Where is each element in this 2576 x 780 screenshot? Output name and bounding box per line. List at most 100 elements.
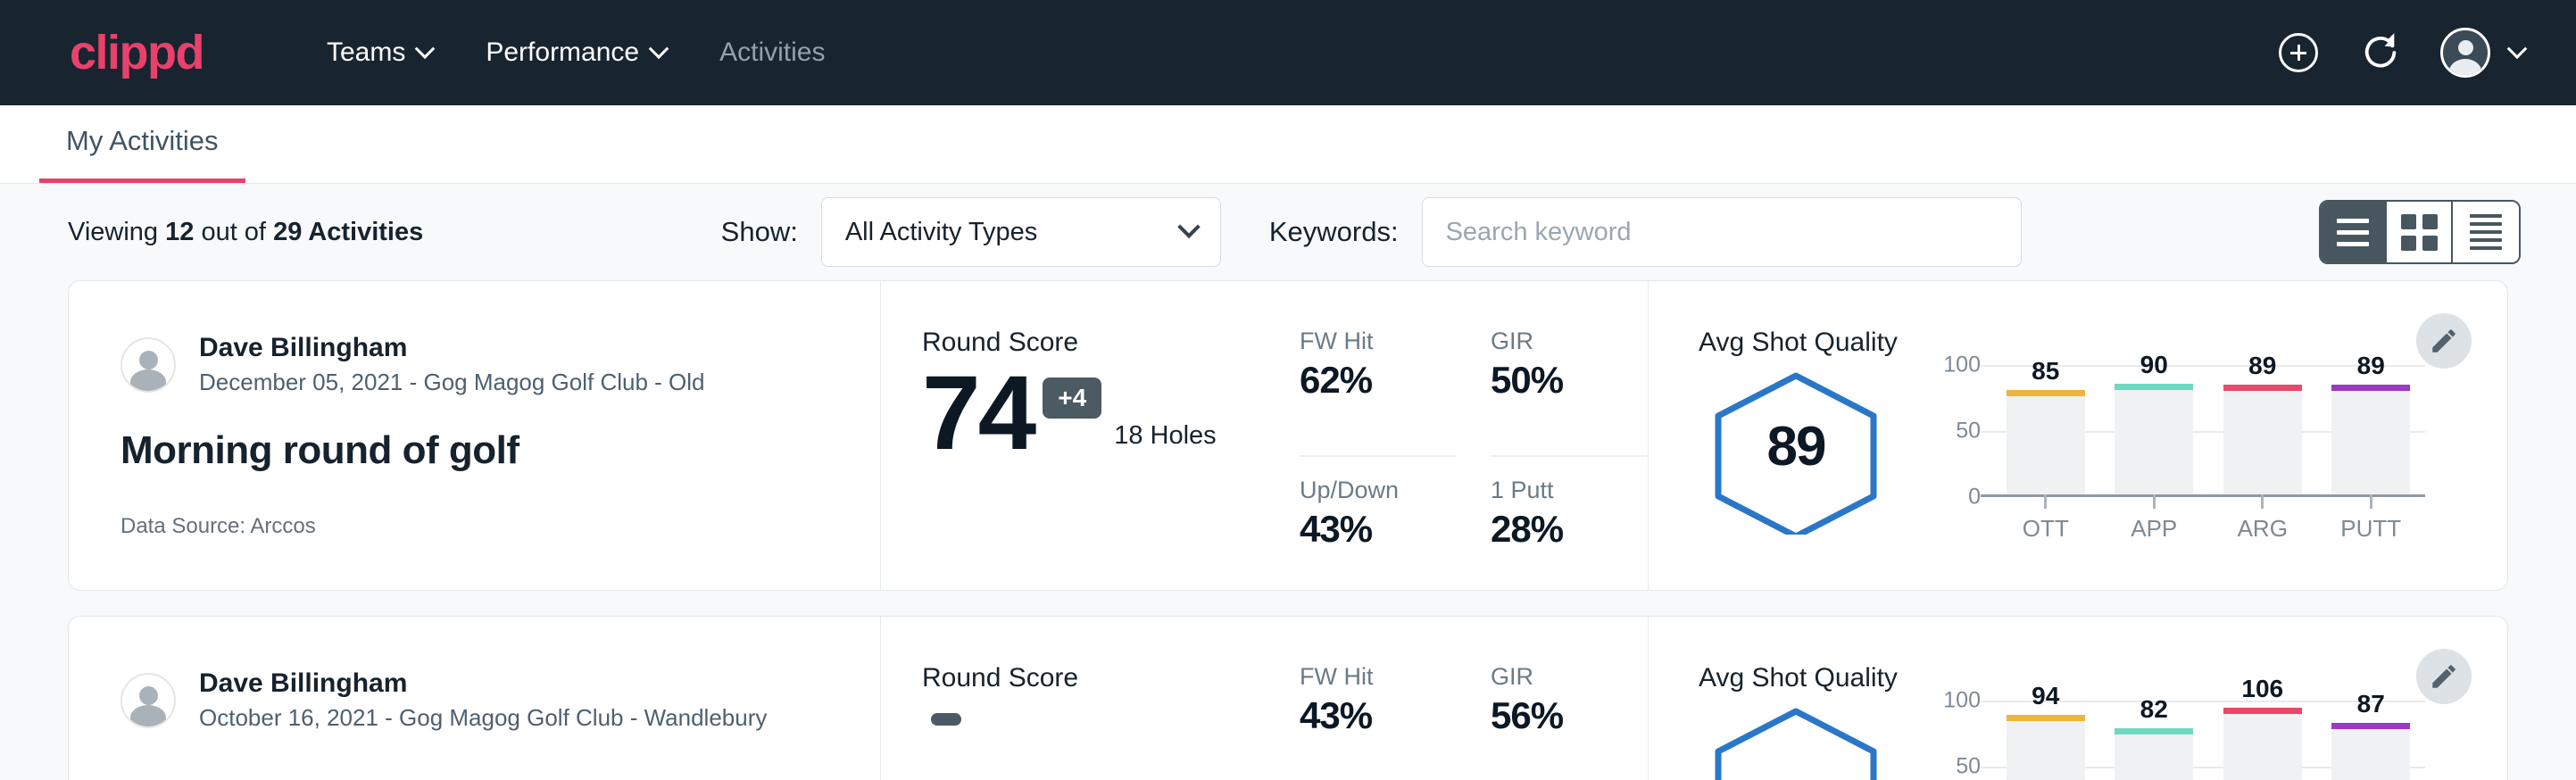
plus-circle-icon [2279, 33, 2318, 72]
activity-card[interactable]: Dave Billingham October 16, 2021 - Gog M… [68, 616, 2508, 780]
kpi-gir-value: 56% [1491, 694, 1648, 737]
kpi-fw-hit-label: FW Hit [1300, 663, 1457, 691]
chart-x-labels: OTTAPPARGPUTT [1991, 515, 2425, 543]
bar-body [2007, 396, 2085, 495]
nav-item-teams-label: Teams [327, 37, 405, 68]
activity-scores: Round Score 74 +4 18 Holes FW Hit 62% GI… [881, 281, 1649, 590]
kpi-grid: FW Hit 43% GIR 56% Up/Down 1 Putt [1300, 663, 1648, 780]
tab-my-activities[interactable]: My Activities [39, 125, 245, 183]
kpi-one-putt-value: 28% [1491, 508, 1648, 551]
bar-value-label: 106 [2223, 675, 2302, 703]
bar-value-label: 87 [2331, 690, 2410, 718]
viewing-count-text: Viewing 12 out of 29 Activities [68, 218, 423, 247]
nav-item-activities[interactable]: Activities [693, 37, 852, 68]
viewing-middle: out of [201, 218, 266, 246]
filter-bar: Viewing 12 out of 29 Activities Show: Al… [0, 184, 2576, 280]
kpi-fw-hit-value: 43% [1300, 694, 1457, 737]
kpi-fw-hit: FW Hit 62% [1300, 328, 1457, 457]
x-axis-tick-mark [2261, 494, 2264, 509]
viewing-prefix: Viewing [68, 218, 158, 246]
shot-quality-hexagon [1699, 701, 1893, 780]
chart-bar: 94 [2007, 701, 2085, 780]
kpi-fw-hit-value: 62% [1300, 359, 1457, 402]
x-axis-tick-mark [2044, 494, 2047, 509]
round-score-value: 74 [922, 363, 1034, 463]
grid-view-button[interactable] [2387, 202, 2453, 262]
pencil-icon [2429, 661, 2459, 692]
bar-cap [2007, 715, 2085, 721]
chart-bar: 90 [2115, 365, 2193, 494]
activity-scores: Round Score FW Hit 43% GIR 56% [881, 617, 1649, 780]
activity-shot-quality: Avg Shot Quality 89 05010085908989OTTAPP… [1649, 281, 2507, 590]
round-score-block: Round Score [922, 663, 1291, 780]
activity-type-select[interactable]: All Activity Types [821, 197, 1221, 267]
edit-activity-button[interactable] [2416, 313, 2472, 369]
holes-played: 18 Holes [1114, 421, 1216, 451]
bar-cap [2115, 384, 2193, 390]
nav-item-activities-label: Activities [719, 37, 825, 68]
bar-cap [2007, 390, 2085, 396]
chart-plot-area: 85908989 [1991, 365, 2425, 497]
main-content: Viewing 12 out of 29 Activities Show: Al… [0, 184, 2576, 780]
tab-my-activities-label: My Activities [66, 125, 219, 156]
pencil-icon [2429, 326, 2459, 356]
show-label: Show: [721, 216, 798, 248]
viewing-total: 29 Activities [273, 218, 423, 246]
activity-list: Dave Billingham December 05, 2021 - Gog … [0, 280, 2576, 780]
chevron-down-icon [1177, 216, 1200, 238]
y-axis-tick: 50 [1956, 419, 1981, 444]
round-score-label: Round Score [922, 328, 1291, 358]
bar-cap [2331, 385, 2410, 391]
bar-body [2331, 391, 2410, 494]
chevron-down-icon [415, 38, 436, 59]
edit-activity-button[interactable] [2416, 649, 2472, 704]
chevron-down-icon [2507, 38, 2528, 59]
activity-summary: Dave Billingham October 16, 2021 - Gog M… [69, 617, 881, 780]
kpi-fw-hit-label: FW Hit [1300, 328, 1457, 355]
x-axis-label: OTT [2007, 515, 2085, 543]
bar-cap [2331, 723, 2410, 729]
kpi-fw-hit: FW Hit 43% [1300, 663, 1457, 780]
top-navigation-bar: clippd Teams Performance Activities [0, 0, 2576, 105]
nav-actions [2276, 28, 2524, 78]
chart-bar: 89 [2331, 365, 2410, 494]
chevron-down-icon [649, 38, 669, 59]
compact-list-view-button[interactable] [2453, 202, 2519, 262]
nav-item-performance-label: Performance [486, 37, 639, 68]
bar-value-label: 94 [2007, 682, 2085, 710]
shot-quality-chart: 050100948210687OTTAPPARGPUTT [1925, 701, 2425, 780]
activity-title: Morning round of golf [120, 428, 880, 473]
kpi-gir: GIR 56% [1491, 663, 1648, 780]
x-axis-label: APP [2115, 515, 2193, 543]
bar-cap [2223, 708, 2302, 714]
activity-card[interactable]: Dave Billingham December 05, 2021 - Gog … [68, 280, 2508, 591]
account-menu[interactable] [2440, 28, 2524, 78]
bar-body [2115, 390, 2193, 494]
avg-shot-quality-value: 89 [1699, 415, 1893, 478]
kpi-grid: FW Hit 62% GIR 50% Up/Down 43% 1 Putt 28… [1300, 328, 1648, 590]
bar-cap [2223, 385, 2302, 391]
x-axis-tick-mark [2153, 494, 2156, 509]
kpi-one-putt-label: 1 Putt [1491, 477, 1648, 504]
viewing-count: 12 [165, 218, 194, 246]
y-axis-tick: 50 [1956, 754, 1981, 780]
compact-list-view-icon [2470, 214, 2502, 250]
x-axis-label: ARG [2223, 515, 2302, 543]
shot-quality-chart: 05010085908989OTTAPPARGPUTT [1925, 365, 2425, 535]
y-axis-tick: 0 [1968, 485, 1981, 510]
kpi-gir-label: GIR [1491, 328, 1648, 355]
app-logo[interactable]: clippd [70, 29, 204, 77]
nav-item-performance[interactable]: Performance [459, 37, 693, 68]
view-mode-toggle [2319, 200, 2521, 264]
avg-shot-quality-label: Avg Shot Quality [1699, 663, 2507, 693]
add-button[interactable] [2276, 30, 2321, 75]
primary-nav: Teams Performance Activities [300, 37, 852, 68]
bar-value-label: 89 [2223, 352, 2302, 380]
chart-bar: 82 [2115, 701, 2193, 780]
kpi-gir: GIR 50% [1491, 328, 1648, 457]
search-input[interactable] [1422, 197, 2022, 267]
avatar [120, 337, 176, 393]
list-view-button[interactable] [2321, 202, 2387, 262]
refresh-button[interactable] [2358, 30, 2403, 75]
nav-item-teams[interactable]: Teams [300, 37, 459, 68]
